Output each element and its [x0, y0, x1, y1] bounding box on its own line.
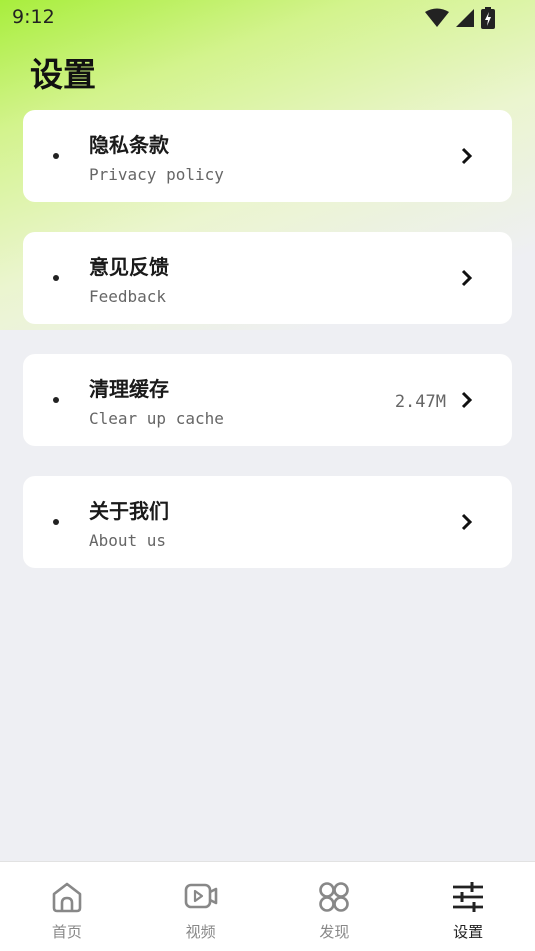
menu-item-about-us[interactable]: 关于我们 About us: [23, 476, 512, 568]
status-bar: 9:12: [0, 0, 535, 36]
bottom-tab-bar: 首页 视频 发现 设置: [0, 861, 535, 951]
tab-settings[interactable]: 设置: [401, 862, 535, 951]
tab-label: 设置: [453, 923, 484, 941]
tab-label: 首页: [51, 923, 82, 941]
bullet-dot: [53, 153, 59, 159]
video-icon: [184, 883, 217, 909]
chevron-right-icon: [461, 391, 473, 409]
chevron-right-icon: [461, 147, 473, 165]
tab-label: 发现: [319, 923, 350, 941]
menu-item-title: 意见反馈: [89, 255, 169, 279]
bullet-dot: [53, 519, 59, 525]
wifi-icon: [425, 8, 449, 27]
menu-item-feedback[interactable]: 意见反馈 Feedback: [23, 232, 512, 324]
status-time: 9:12: [12, 6, 55, 28]
settings-menu-list: 隐私条款 Privacy policy 意见反馈 Feedback 清理缓存 C…: [23, 110, 512, 598]
menu-item-subtitle: About us: [89, 531, 167, 550]
menu-item-privacy-policy[interactable]: 隐私条款 Privacy policy: [23, 110, 512, 202]
menu-item-subtitle: Feedback: [89, 287, 167, 306]
status-icons: [425, 7, 495, 29]
discover-icon: [319, 882, 350, 912]
bullet-dot: [53, 275, 59, 281]
tab-label: 视频: [185, 923, 216, 941]
menu-item-title: 隐私条款: [89, 133, 169, 157]
tab-home[interactable]: 首页: [0, 862, 134, 951]
tab-video[interactable]: 视频: [134, 862, 268, 951]
menu-item-subtitle: Clear up cache: [89, 409, 224, 428]
page-title: 设置: [30, 55, 96, 94]
menu-item-title: 关于我们: [89, 499, 169, 523]
menu-item-title: 清理缓存: [89, 377, 169, 401]
cell-signal-icon: [456, 9, 474, 27]
bullet-dot: [53, 397, 59, 403]
battery-charging-icon: [481, 7, 495, 29]
chevron-right-icon: [461, 269, 473, 287]
home-icon: [52, 882, 82, 913]
menu-item-subtitle: Privacy policy: [89, 165, 224, 184]
settings-sliders-icon: [453, 882, 484, 912]
menu-item-clear-cache[interactable]: 清理缓存 Clear up cache 2.47M: [23, 354, 512, 446]
tab-discover[interactable]: 发现: [268, 862, 402, 951]
cache-size-value: 2.47M: [394, 392, 446, 412]
chevron-right-icon: [461, 513, 473, 531]
